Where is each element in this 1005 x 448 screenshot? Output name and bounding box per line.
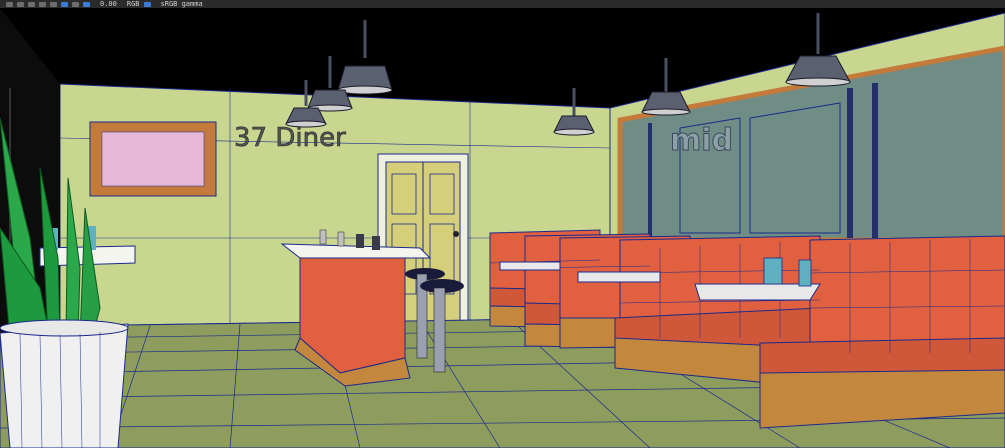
- neon-sign: mid: [670, 123, 733, 158]
- 3d-viewport[interactable]: mid 37 Diner: [0, 8, 1005, 448]
- zoom-value[interactable]: 0.00: [100, 0, 117, 8]
- rotate-icon[interactable]: [50, 1, 57, 7]
- redo-icon[interactable]: [17, 1, 24, 7]
- color-icon[interactable]: [143, 1, 151, 7]
- diner-sign: 37 Diner: [234, 123, 346, 153]
- select-icon[interactable]: [28, 1, 35, 7]
- viewport-window: 0.00 RGB sRGB gamma mid 37 Diner: [0, 0, 1005, 448]
- snap-icon[interactable]: [72, 1, 79, 7]
- render-mode[interactable]: RGB: [127, 0, 140, 8]
- diner-scene: mid 37 Diner: [0, 8, 1005, 448]
- undo-icon[interactable]: [6, 1, 13, 7]
- render-icon[interactable]: [83, 1, 90, 7]
- move-icon[interactable]: [39, 1, 46, 7]
- scale-icon[interactable]: [61, 1, 68, 7]
- color-space[interactable]: sRGB gamma: [161, 0, 203, 8]
- top-toolbar: 0.00 RGB sRGB gamma: [0, 0, 1005, 8]
